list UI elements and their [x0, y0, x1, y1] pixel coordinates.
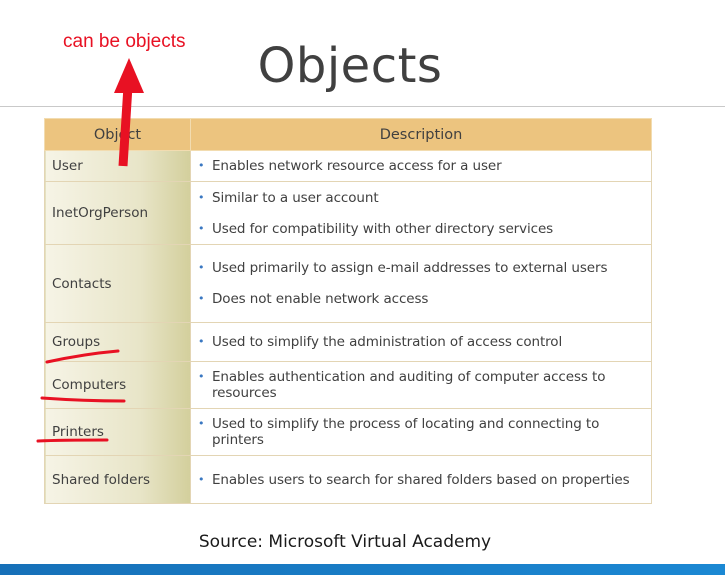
- object-cell: Computers: [44, 361, 191, 409]
- list-item: • Used for compatibility with other direc…: [198, 221, 637, 237]
- source-note: Source: Microsoft Virtual Academy: [198, 532, 492, 552]
- title-divider: [0, 106, 725, 107]
- table-row: Groups • Used to simplify the administrat…: [44, 322, 652, 362]
- object-cell: Groups: [44, 322, 191, 362]
- objects-table: Object Description User • Enables network…: [44, 118, 652, 504]
- table-row: Shared folders • Enables users to search …: [44, 455, 652, 504]
- list-item: • Used primarily to assign e-mail address…: [198, 260, 637, 276]
- bullet-icon: •: [198, 190, 205, 204]
- table-row: Printers • Used to simplify the process o…: [44, 408, 652, 456]
- bullet-text: Enables users to search for shared folde…: [212, 471, 630, 488]
- object-cell: InetOrgPerson: [44, 181, 191, 245]
- list-item: • Enables authentication and auditing of …: [198, 369, 637, 401]
- object-cell: Shared folders: [44, 455, 191, 504]
- table-row: Computers • Enables authentication and au…: [44, 361, 652, 409]
- list-item: • Does not enable network access: [198, 291, 637, 307]
- bullet-icon: •: [198, 472, 205, 486]
- description-cell: • Similar to a user account • Used for com…: [190, 181, 652, 245]
- bullet-text: Similar to a user account: [212, 189, 379, 206]
- description-cell: • Enables users to search for shared fold…: [190, 455, 652, 504]
- annotation-text: can be objects: [63, 31, 186, 52]
- list-item: • Used to simplify the process of locatin…: [198, 416, 637, 448]
- list-item: • Enables users to search for shared fold…: [198, 472, 637, 488]
- object-cell: Contacts: [44, 244, 191, 323]
- bullet-icon: •: [198, 370, 205, 383]
- list-item: • Enables network resource access for a u…: [198, 158, 637, 174]
- description-cell: • Used to simplify the process of locatin…: [190, 408, 652, 456]
- object-cell: User: [44, 150, 191, 182]
- table-row: InetOrgPerson • Similar to a user account…: [44, 181, 652, 245]
- description-cell: • Used primarily to assign e-mail address…: [190, 244, 652, 323]
- bullet-text: Enables network resource access for a us…: [212, 158, 502, 174]
- bullet-icon: •: [198, 417, 205, 430]
- table-row: Contacts • Used primarily to assign e-mai…: [44, 244, 652, 323]
- table-header-row: Object Description: [44, 118, 652, 151]
- description-cell: • Enables authentication and auditing of …: [190, 361, 652, 409]
- bullet-text: Used for compatibility with other direct…: [212, 220, 554, 237]
- object-cell: Printers: [44, 408, 191, 456]
- header-description: Description: [190, 118, 652, 151]
- bullet-icon: •: [198, 159, 205, 172]
- bullet-text: Does not enable network access: [212, 291, 429, 307]
- table-row: User • Enables network resource access fo…: [44, 150, 652, 182]
- bullet-text: Enables authentication and auditing of c…: [212, 369, 606, 401]
- footer-bar: [0, 564, 725, 575]
- header-object: Object: [44, 118, 191, 151]
- bullet-icon: •: [198, 221, 205, 235]
- bullet-text: Used to simplify the process of locating…: [212, 416, 600, 448]
- description-cell: • Used to simplify the administration of …: [190, 322, 652, 362]
- bullet-text: Used to simplify the administration of a…: [212, 334, 563, 350]
- bullet-icon: •: [198, 292, 205, 305]
- bullet-icon: •: [198, 261, 205, 274]
- list-item: • Similar to a user account: [198, 190, 637, 206]
- list-item: • Used to simplify the administration of …: [198, 334, 637, 350]
- bullet-icon: •: [198, 335, 205, 348]
- bullet-text: Used primarily to assign e-mail addresse…: [212, 260, 608, 276]
- description-cell: • Enables network resource access for a u…: [190, 150, 652, 182]
